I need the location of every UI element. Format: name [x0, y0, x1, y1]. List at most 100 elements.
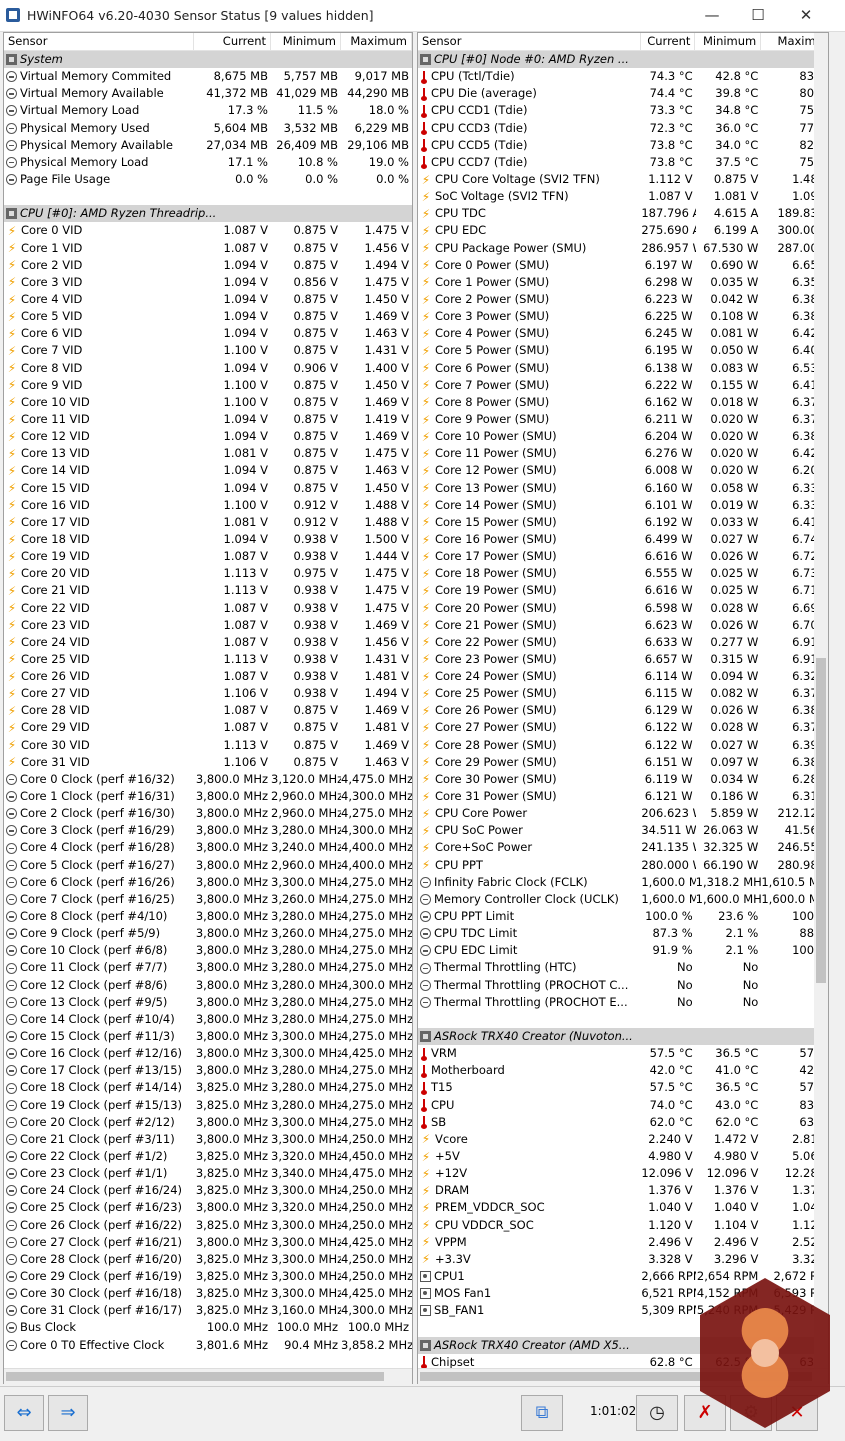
- sensor-row[interactable]: ⚡ Core 7 Power (SMU) 6.222 W 0.155 W 6.412: [418, 377, 828, 394]
- sensor-row[interactable]: ⚡ Core 11 VID 1.094 V 0.875 V 1.419 V: [4, 411, 412, 428]
- sensor-row[interactable]: ⚡ PREM_VDDCR_SOC 1.040 V 1.040 V 1.040: [418, 1199, 828, 1216]
- sensor-row[interactable]: ⚡ Core 6 VID 1.094 V 0.875 V 1.463 V: [4, 325, 412, 342]
- sensor-row[interactable]: ⚡ Core 11 Power (SMU) 6.276 W 0.020 W 6.427: [418, 445, 828, 462]
- column-header[interactable]: Sensor Current Minimum Maximum: [4, 33, 412, 51]
- sensor-row[interactable]: Thermal Throttling (HTC)NoNoN: [418, 959, 828, 976]
- sensor-row[interactable]: ⚡ Core 3 VID 1.094 V 0.856 V 1.475 V: [4, 274, 412, 291]
- sensor-row[interactable]: ⚡ Core 4 VID 1.094 V 0.875 V 1.450 V: [4, 291, 412, 308]
- sensor-row[interactable]: Core 22 Clock (perf #1/2) 3,825.0 MHz 3,32…: [4, 1148, 412, 1165]
- sensor-row[interactable]: ⚡CPU PPT280.000 W66.190 W280.982: [418, 857, 828, 874]
- column-header[interactable]: Sensor Current Minimum Maximu: [418, 33, 828, 51]
- sensor-row[interactable]: ⚡ Core 2 VID 1.094 V 0.875 V 1.494 V: [4, 257, 412, 274]
- sensor-row[interactable]: ⚡ CPU Core Voltage (SVI2 TFN) 1.112 V 0.875…: [418, 171, 828, 188]
- sensor-row[interactable]: Core 15 Clock (perf #11/3) 3,800.0 MHz 3,3…: [4, 1028, 412, 1045]
- sensor-row[interactable]: Physical Memory Used 5,604 MB 3,532 MB 6,22…: [4, 120, 412, 137]
- sensor-row[interactable]: CPU 74.0 °C 43.0 °C 83.0: [418, 1097, 828, 1114]
- sensor-row[interactable]: Motherboard 42.0 °C 41.0 °C 42.0: [418, 1062, 828, 1079]
- sensor-row[interactable]: Core 21 Clock (perf #3/11) 3,800.0 MHz 3,3…: [4, 1131, 412, 1148]
- sensor-row[interactable]: Page File Usage 0.0 % 0.0 % 0.0 %: [4, 171, 412, 188]
- sensor-row[interactable]: ⚡ Core 15 VID 1.094 V 0.875 V 1.450 V: [4, 480, 412, 497]
- sensor-row[interactable]: Core 1 Clock (perf #16/31) 3,800.0 MHz 2,9…: [4, 788, 412, 805]
- vertical-scrollbar[interactable]: [814, 33, 828, 1383]
- sensor-row[interactable]: ⚡ Core 9 Power (SMU) 6.211 W 0.020 W 6.371: [418, 411, 828, 428]
- sensor-row[interactable]: ⚡ Core 29 VID 1.087 V 0.875 V 1.481 V: [4, 719, 412, 736]
- sensor-row[interactable]: T15 57.5 °C 36.5 °C 57.5: [418, 1079, 828, 1096]
- sensor-row[interactable]: ⚡ Core 12 Power (SMU) 6.008 W 0.020 W 6.207: [418, 462, 828, 479]
- sensor-row[interactable]: Thermal Throttling (PROCHOT E...NoNoN: [418, 994, 828, 1011]
- sensor-row[interactable]: ⚡ Core 18 VID 1.094 V 0.938 V 1.500 V: [4, 531, 412, 548]
- scrollbar-thumb[interactable]: [816, 658, 826, 983]
- sensor-row[interactable]: Memory Controller Clock (UCLK) 1,600.0 MH…: [418, 891, 828, 908]
- sensor-row[interactable]: CPU (Tctl/Tdie) 74.3 °C 42.8 °C 83.5: [418, 68, 828, 85]
- network-icon[interactable]: ⧉: [521, 1395, 563, 1431]
- sensor-row[interactable]: Core 19 Clock (perf #15/13) 3,825.0 MHz 3,…: [4, 1097, 412, 1114]
- sensor-row[interactable]: CPU Die (average) 74.4 °C 39.8 °C 80.3: [418, 85, 828, 102]
- sensor-row[interactable]: ⚡ Core 27 Power (SMU) 6.122 W 0.028 W 6.370: [418, 719, 828, 736]
- sensor-row[interactable]: ⚡ Core 12 VID 1.094 V 0.875 V 1.469 V: [4, 428, 412, 445]
- sensor-row[interactable]: CPU EDC Limit 91.9 % 2.1 % 100.0: [418, 942, 828, 959]
- minimum-column-header[interactable]: Minimum: [695, 33, 762, 50]
- sensor-row[interactable]: Infinity Fabric Clock (FCLK) 1,600.0 MHz1…: [418, 874, 828, 891]
- sensor-row[interactable]: ⚡ Core 26 VID 1.087 V 0.938 V 1.481 V: [4, 668, 412, 685]
- sensor-row[interactable]: ⚡ Core 16 Power (SMU) 6.499 W 0.027 W 6.740: [418, 531, 828, 548]
- sensor-row[interactable]: CPU TDC Limit 87.3 % 2.1 % 88.3: [418, 925, 828, 942]
- sensor-row[interactable]: ⚡ CPU Package Power (SMU) 286.957 W 67.530 …: [418, 240, 828, 257]
- sensor-row[interactable]: Core 27 Clock (perf #16/21) 3,800.0 MHz 3,…: [4, 1234, 412, 1251]
- sensor-row[interactable]: Virtual Memory Commited 8,675 MB 5,757 MB 9…: [4, 68, 412, 85]
- sensor-row[interactable]: Core 4 Clock (perf #16/28) 3,800.0 MHz 3,2…: [4, 839, 412, 856]
- sensor-row[interactable]: ⚡ Core 9 VID 1.100 V 0.875 V 1.450 V: [4, 377, 412, 394]
- sensor-row[interactable]: ⚡ Core 26 Power (SMU) 6.129 W 0.026 W 6.388: [418, 702, 828, 719]
- sensor-row[interactable]: SB 62.0 °C 62.0 °C 63.0: [418, 1114, 828, 1131]
- sensor-row[interactable]: ⚡ Core 13 Power (SMU) 6.160 W 0.058 W 6.337: [418, 480, 828, 497]
- sensor-row[interactable]: CPU CCD1 (Tdie) 73.3 °C 34.8 °C 75.0: [418, 102, 828, 119]
- sensor-group-header[interactable]: CPU [#0] Node #0: AMD Ryzen ...: [418, 51, 828, 69]
- sensor-row[interactable]: ⚡ Core 22 Power (SMU) 6.633 W 0.277 W 6.919: [418, 634, 828, 651]
- sensor-row[interactable]: Core 13 Clock (perf #9/5) 3,800.0 MHz 3,28…: [4, 994, 412, 1011]
- sensor-row[interactable]: Core 10 Clock (perf #6/8) 3,800.0 MHz 3,28…: [4, 942, 412, 959]
- sensor-row[interactable]: ⚡ Core 23 VID 1.087 V 0.938 V 1.469 V: [4, 617, 412, 634]
- sensor-row[interactable]: CPU CCD7 (Tdie) 73.8 °C 37.5 °C 75.0: [418, 154, 828, 171]
- sensor-row[interactable]: Core 28 Clock (perf #16/20) 3,825.0 MHz 3,…: [4, 1251, 412, 1268]
- sensor-row[interactable]: Core 23 Clock (perf #1/1) 3,825.0 MHz 3,34…: [4, 1165, 412, 1182]
- right-sensor-pane[interactable]: Sensor Current Minimum Maximu CPU [#0] N…: [417, 32, 829, 1384]
- sensor-row[interactable]: ⚡ Core 21 Power (SMU) 6.623 W 0.026 W 6.709: [418, 617, 828, 634]
- sensor-row[interactable]: Physical Memory Load 17.1 % 10.8 % 19.0 %: [4, 154, 412, 171]
- sensor-row[interactable]: Core 9 Clock (perf #5/9) 3,800.0 MHz 3,260…: [4, 925, 412, 942]
- sensor-row[interactable]: ⚡ Core 25 Power (SMU) 6.115 W 0.082 W 6.374: [418, 685, 828, 702]
- sensor-row[interactable]: ⚡ Core 23 Power (SMU) 6.657 W 0.315 W 6.919: [418, 651, 828, 668]
- sensor-row[interactable]: ⚡ +12V 12.096 V 12.096 V 12.288: [418, 1165, 828, 1182]
- sensor-row[interactable]: ⚡ Core 13 VID 1.081 V 0.875 V 1.475 V: [4, 445, 412, 462]
- sensor-row[interactable]: Core 3 Clock (perf #16/29) 3,800.0 MHz 3,2…: [4, 822, 412, 839]
- sensor-row[interactable]: ⚡ DRAM 1.376 V 1.376 V 1.376: [418, 1182, 828, 1199]
- sensor-row[interactable]: CPU PPT Limit 100.0 % 23.6 % 100.4: [418, 908, 828, 925]
- sensor-row[interactable]: ⚡ Core 10 VID 1.100 V 0.875 V 1.469 V: [4, 394, 412, 411]
- sensor-row[interactable]: ⚡ CPU SoC Power 34.511 W 26.063 W 41.560: [418, 822, 828, 839]
- sensor-row[interactable]: ⚡ SoC Voltage (SVI2 TFN) 1.087 V 1.081 V 1.0…: [418, 188, 828, 205]
- sensor-row[interactable]: ⚡ Core 4 Power (SMU) 6.245 W 0.081 W 6.427: [418, 325, 828, 342]
- minimum-column-header[interactable]: Minimum: [271, 33, 341, 50]
- sensor-row[interactable]: Core 17 Clock (perf #13/15) 3,800.0 MHz 3,…: [4, 1062, 412, 1079]
- sensor-row[interactable]: ⚡ Core 16 VID 1.100 V 0.912 V 1.488 V: [4, 497, 412, 514]
- sensor-row[interactable]: ⚡ CPU EDC 275.690 A 6.199 A 300.000: [418, 222, 828, 239]
- sensor-row[interactable]: Core 26 Clock (perf #16/22) 3,825.0 MHz 3,…: [4, 1217, 412, 1234]
- sensor-row[interactable]: ⚡ VPPM 2.496 V 2.496 V 2.528: [418, 1234, 828, 1251]
- sensor-row[interactable]: ⚡ Core 1 VID 1.087 V 0.875 V 1.456 V: [4, 240, 412, 257]
- sensor-row[interactable]: Core 18 Clock (perf #14/14) 3,825.0 MHz 3,…: [4, 1079, 412, 1096]
- sensor-row[interactable]: Bus Clock 100.0 MHz 100.0 MHz 100.0 MHz: [4, 1319, 412, 1336]
- sensor-row[interactable]: VRM 57.5 °C 36.5 °C 57.5: [418, 1045, 828, 1062]
- sensor-row[interactable]: ⚡ Core 31 Power (SMU) 6.121 W 0.186 W 6.313: [418, 788, 828, 805]
- sensor-row[interactable]: ⚡ Core 28 Power (SMU) 6.122 W 0.027 W 6.395: [418, 737, 828, 754]
- current-column-header[interactable]: Current: [194, 33, 271, 50]
- sensor-row[interactable]: ⚡ Core 19 VID 1.087 V 0.938 V 1.444 V: [4, 548, 412, 565]
- sensor-group-header[interactable]: ASRock TRX40 Creator (Nuvoton...: [418, 1028, 828, 1046]
- sensor-row[interactable]: Thermal Throttling (PROCHOT C...NoNoN: [418, 977, 828, 994]
- sensor-row[interactable]: ⚡Core+SoC Power241.135 W32.325 W246.559: [418, 839, 828, 856]
- left-horizontal-scrollbar[interactable]: [4, 1368, 412, 1384]
- sensor-row[interactable]: Core 11 Clock (perf #7/7) 3,800.0 MHz 3,28…: [4, 959, 412, 976]
- sensor-group-header[interactable]: System: [4, 51, 412, 69]
- sensor-row[interactable]: Virtual Memory Load 17.3 % 11.5 % 18.0 %: [4, 102, 412, 119]
- sensor-row[interactable]: ⚡ Core 0 VID 1.087 V 0.875 V 1.475 V: [4, 222, 412, 239]
- sensor-row[interactable]: ⚡CPU Core Power206.623 W5.859 W212.124: [418, 805, 828, 822]
- left-sensor-pane[interactable]: Sensor Current Minimum Maximum System Vir…: [3, 32, 413, 1384]
- sensor-row[interactable]: ⚡ +5V 4.980 V 4.980 V 5.060: [418, 1148, 828, 1165]
